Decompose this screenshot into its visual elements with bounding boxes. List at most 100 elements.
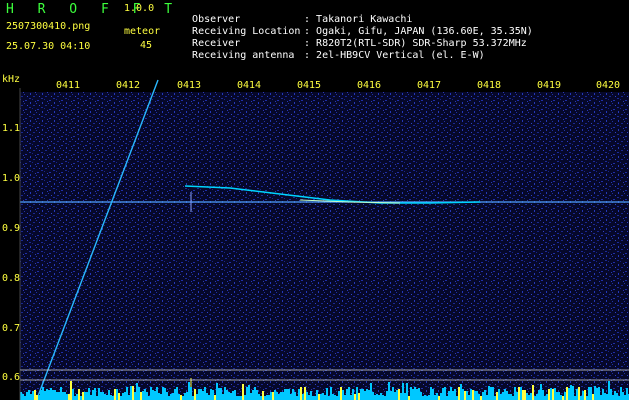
spectrum-bar (122, 393, 124, 400)
x-tick-label: 0411 (56, 80, 81, 91)
spectrum-bar (544, 396, 546, 400)
spectrum-bar (304, 387, 306, 400)
spectrum-bar (594, 386, 596, 400)
spectrum-bar (138, 387, 140, 400)
spectrum-bar (616, 393, 618, 400)
file-name: 2507300410.png (6, 21, 91, 32)
spectrum-bar (132, 386, 134, 400)
spectrum-bar (566, 387, 568, 400)
spectrum-bar (550, 388, 552, 400)
spectrum-bar (382, 395, 384, 400)
spectrum-bar (572, 386, 574, 400)
spectrum-bar (256, 390, 258, 400)
spectrum-bar (154, 391, 156, 400)
spectrum-bar (420, 392, 422, 400)
spectrum-bar (384, 396, 386, 400)
spectrum-bar (430, 387, 432, 400)
spectrum-bar (600, 395, 602, 400)
spectrum-bar (422, 396, 424, 400)
spectrum-bar (44, 391, 46, 400)
spectrum-bar (306, 392, 308, 400)
spectrum-bar (282, 392, 284, 400)
spectrum-bar (456, 396, 458, 400)
spectrum-bar (416, 389, 418, 400)
x-tick-label: 0420 (596, 80, 621, 91)
spectrum-bar (454, 389, 456, 400)
spectrum-bar (340, 387, 342, 400)
spectrum-bar (530, 393, 532, 400)
spectrum-bar (438, 396, 440, 400)
spectrum-bar (328, 396, 330, 400)
spectrum-bar (58, 392, 60, 400)
spectrum-bar (398, 389, 400, 400)
spectrum-bar (336, 396, 338, 400)
spectrum-bar (432, 389, 434, 400)
spectrum-bar (608, 381, 610, 400)
spectrum-bar (134, 392, 136, 400)
spectrum-bar (452, 391, 454, 400)
spectrum-bar (180, 395, 182, 400)
meteor-count: 45 (140, 40, 153, 51)
spectrum-bar (626, 388, 628, 400)
spectrum-bar (444, 387, 446, 400)
spectrum-bar (612, 395, 614, 400)
spectrum-bar (316, 390, 318, 400)
spectrum-bar (614, 391, 616, 400)
spectrum-bar (558, 392, 560, 400)
spectrum-bar (392, 387, 394, 400)
y-tick-label: 0.7 (2, 323, 21, 334)
spectrum-bar (76, 394, 78, 400)
spectrum-bar (534, 396, 536, 400)
x-tick-label: 0419 (537, 80, 562, 91)
spectrum-bar (604, 393, 606, 400)
spectrum-bar (526, 393, 528, 400)
spectrum-bar (160, 394, 162, 400)
spectrum-bar (228, 392, 230, 400)
spectrum-bar (168, 396, 170, 400)
spectrum-bar (564, 392, 566, 400)
spectrum-bar (196, 394, 198, 400)
spectrum-bar (80, 396, 82, 400)
spectrum-bar (440, 393, 442, 400)
spectrum-bar (240, 396, 242, 400)
spectrum-bar (334, 395, 336, 400)
spectrum-bar (284, 389, 286, 400)
x-tick-label: 0412 (116, 80, 141, 91)
spectrum-bar (390, 391, 392, 400)
spectrum-bar (358, 393, 360, 400)
spectrum-bar (272, 392, 274, 400)
spectrum-bar (586, 396, 588, 400)
spectrum-bar (172, 393, 174, 400)
spectrum-bar (222, 394, 224, 400)
spectrum-bar (372, 392, 374, 400)
spectrum-bar (386, 391, 388, 400)
spectrum-bar (624, 395, 626, 400)
spectrum-bar (320, 394, 322, 400)
spectrum-bar (278, 394, 280, 400)
spectrum-bar (548, 389, 550, 400)
x-tick-label: 0417 (417, 80, 442, 91)
spectrum-bar (216, 383, 218, 400)
spectrum-bar (338, 391, 340, 400)
spectrum-bar (394, 392, 396, 400)
spectrum-bar (52, 390, 54, 400)
info-colon: : (304, 50, 311, 61)
spectrum-bar (360, 389, 362, 400)
spectrum-bar (366, 389, 368, 400)
spectrum-bar (40, 390, 42, 400)
spectrum-bar (610, 389, 612, 400)
spectrum-bar (410, 387, 412, 400)
spectrum-bar (468, 395, 470, 400)
spectrum-bar (66, 394, 68, 400)
spectrum-bar (64, 392, 66, 400)
x-tick-label: 0418 (477, 80, 502, 91)
spectrum-bar (178, 394, 180, 400)
spectrum-bar (344, 395, 346, 400)
y-tick-label: 1.0 (2, 173, 21, 184)
spectrum-bar (460, 384, 462, 400)
spectrum-bar (324, 395, 326, 400)
spectrum-bar (24, 396, 26, 400)
spectrum-bar (206, 393, 208, 400)
spectrum-bar (568, 388, 570, 400)
spectrum-bar (380, 393, 382, 400)
